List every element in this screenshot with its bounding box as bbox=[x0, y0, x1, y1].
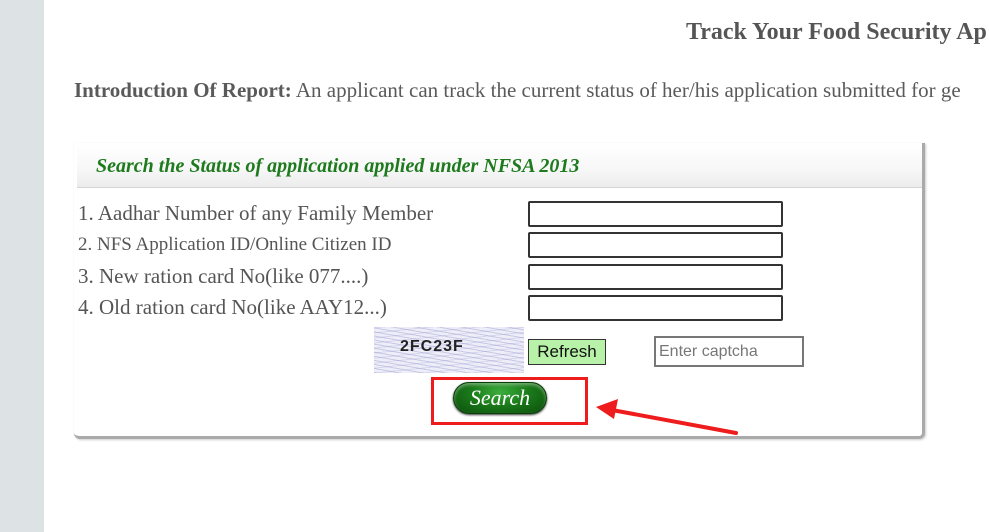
field-row-new-ration-card: 3. New ration card No(like 077....) bbox=[78, 264, 788, 290]
intro-paragraph: Introduction Of Report: An applicant can… bbox=[74, 78, 961, 103]
left-sidebar-strip bbox=[0, 0, 44, 532]
application-id-input[interactable] bbox=[528, 232, 783, 258]
application-id-label: 2. NFS Application ID/Online Citizen ID bbox=[78, 234, 392, 255]
field-row-aadhar: 1. Aadhar Number of any Family Member bbox=[78, 201, 788, 227]
field-row-old-ration-card: 4. Old ration card No(like AAY12...) bbox=[78, 295, 788, 321]
intro-text: An applicant can track the current statu… bbox=[291, 78, 961, 102]
search-button[interactable]: Search bbox=[453, 382, 547, 414]
old-ration-card-input[interactable] bbox=[528, 295, 783, 321]
panel-title: Search the Status of application applied… bbox=[96, 155, 580, 177]
annotation-arrow-icon bbox=[596, 399, 738, 435]
intro-label: Introduction Of Report: bbox=[74, 78, 292, 102]
page-title: Track Your Food Security Ap bbox=[686, 19, 987, 45]
old-ration-card-label: 4. Old ration card No(like AAY12...) bbox=[78, 295, 387, 319]
new-ration-card-input[interactable] bbox=[528, 264, 783, 290]
aadhar-label: 1. Aadhar Number of any Family Member bbox=[78, 201, 434, 225]
new-ration-card-label: 3. New ration card No(like 077....) bbox=[78, 264, 369, 288]
refresh-captcha-button[interactable]: Refresh bbox=[528, 339, 606, 365]
aadhar-input[interactable] bbox=[528, 201, 783, 227]
captcha-image: 2FC23F bbox=[374, 327, 524, 373]
panel-header: Search the Status of application applied… bbox=[77, 143, 922, 188]
captcha-input[interactable] bbox=[654, 336, 804, 367]
field-row-application-id: 2. NFS Application ID/Online Citizen ID bbox=[78, 232, 788, 258]
